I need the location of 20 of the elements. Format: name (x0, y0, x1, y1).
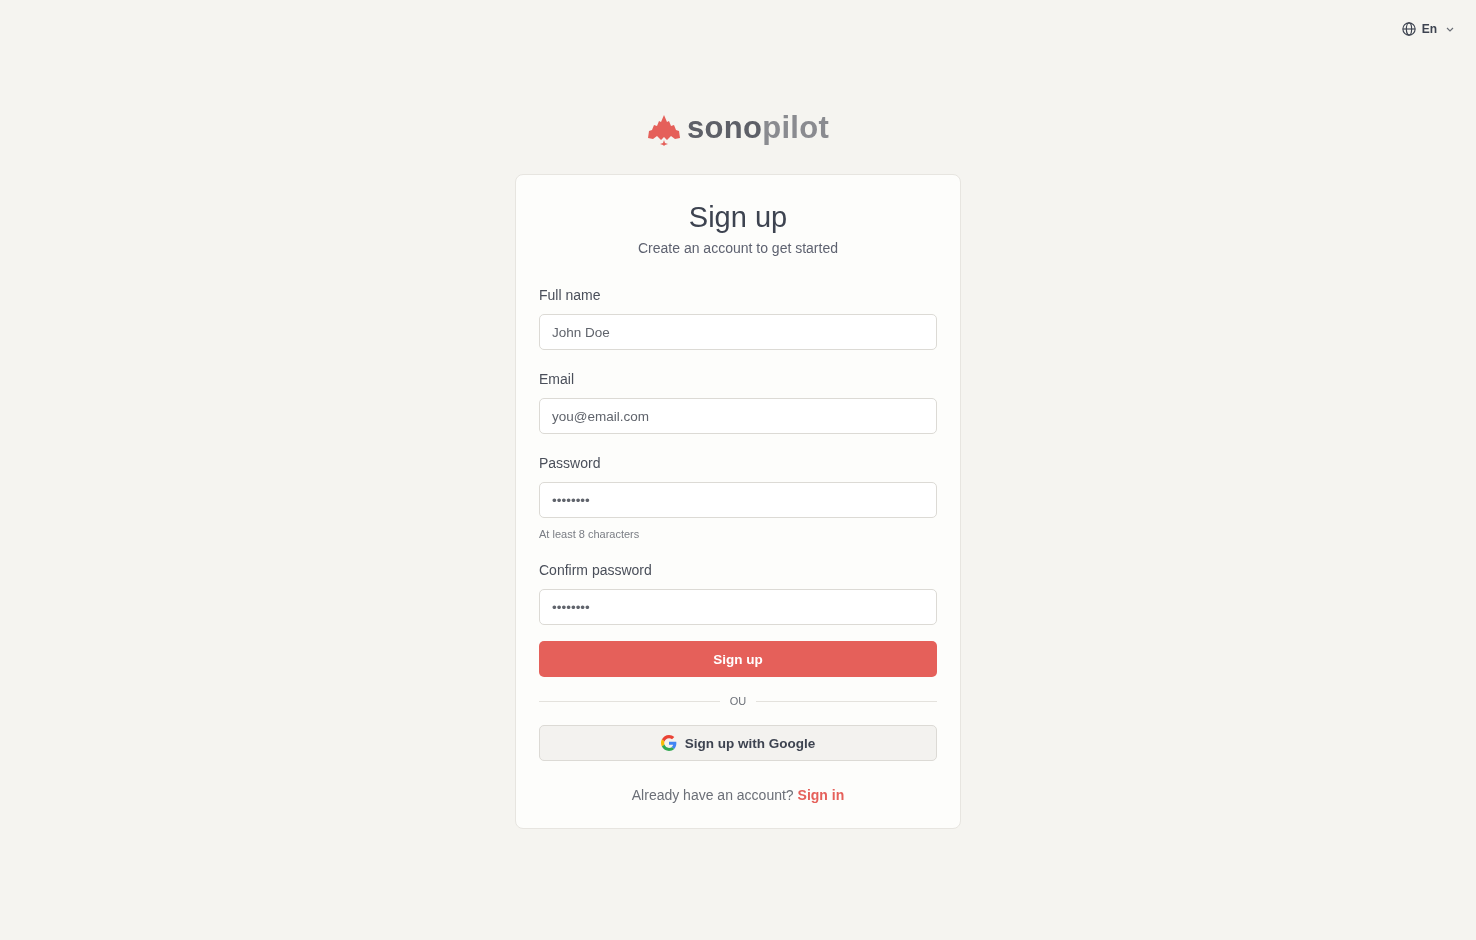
input-field[interactable]: •••••••• (539, 589, 937, 625)
field-label: Confirm password (539, 561, 652, 579)
form-subtitle: Create an account to get started (638, 239, 838, 257)
field-label: Password (539, 454, 601, 472)
field-label: Full name (539, 286, 601, 304)
chevron-down-icon (1446, 26, 1454, 32)
logo-wordmark: sonopilot (686, 110, 830, 147)
form-title: Sign up (688, 200, 788, 235)
input-field[interactable]: John Doe (539, 314, 937, 350)
logo-icon (646, 114, 681, 146)
field-label: Email (539, 370, 574, 388)
account-prompt: Already have an account? (631, 787, 794, 803)
google-sign-up-button[interactable]: Sign up with Google (539, 725, 937, 761)
field-hint: At least 8 characters (539, 527, 640, 541)
input-field[interactable]: you@email.com (539, 398, 937, 434)
language-selector[interactable]: En (1401, 19, 1454, 39)
google-g-icon (660, 735, 677, 751)
input-field[interactable]: •••••••• (539, 482, 937, 518)
globe-icon (1401, 22, 1416, 36)
divider-label: OU (729, 694, 747, 708)
